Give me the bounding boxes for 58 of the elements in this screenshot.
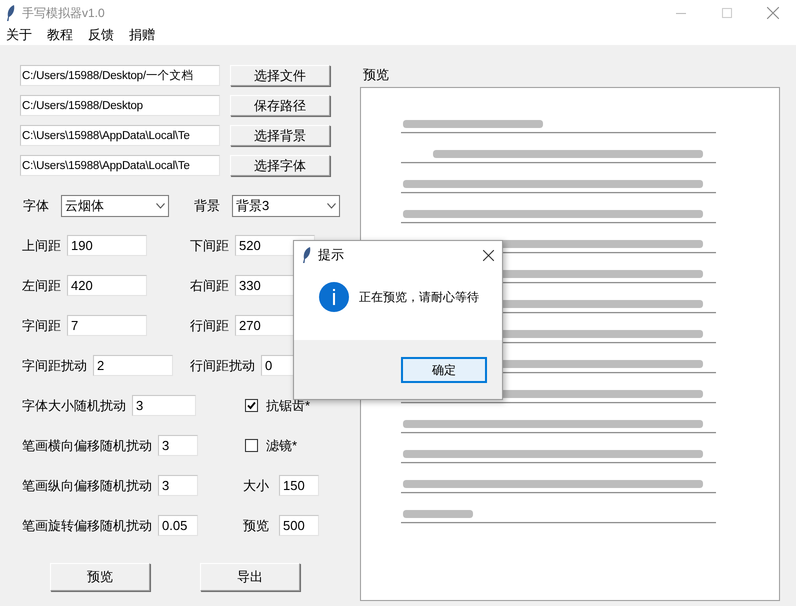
ok-button[interactable]: 确定 (401, 356, 487, 382)
text-field[interactable]: 500 (279, 515, 319, 536)
field-label: 笔画旋转偏移随机扰动 (22, 516, 152, 535)
field-label: 行间距 (190, 316, 229, 335)
menu-item[interactable]: 捐赠 (129, 25, 155, 45)
field-label: 字体大小随机扰动 (22, 396, 126, 415)
text-field[interactable]: 420 (67, 275, 147, 296)
menu-item[interactable]: 教程 (47, 25, 73, 45)
menu-item[interactable]: 反馈 (88, 25, 114, 45)
button[interactable]: 导出 (200, 563, 300, 591)
button[interactable]: 预览 (50, 563, 150, 591)
field-label: 预览 (243, 516, 269, 535)
field-label: 大小 (243, 476, 269, 495)
dialog-message: 正在预览，请耐心等待 (359, 288, 479, 306)
preview-label: 预览 (363, 66, 390, 84)
field-label: 抗锯齿* (266, 396, 310, 415)
path-field[interactable]: C:/Users/15988/Desktop (20, 95, 220, 116)
close-icon[interactable] (483, 250, 494, 260)
text-field[interactable]: 3 (132, 395, 196, 416)
button[interactable]: 保存路径 (230, 95, 330, 116)
feather-icon (302, 247, 312, 263)
field-label: 上间距 (22, 236, 61, 255)
field-label: 下间距 (190, 236, 229, 255)
button[interactable]: 选择背景 (230, 125, 330, 146)
text-field[interactable]: 2 (93, 355, 173, 376)
text-field[interactable]: 190 (67, 235, 147, 256)
field-label: 字间距 (22, 316, 61, 335)
field-label: 笔画横向偏移随机扰动 (22, 436, 152, 455)
dialog-title: 提示 (318, 246, 344, 264)
window-title: 手写模拟器v1.0 (22, 4, 105, 22)
text-field[interactable]: 3 (158, 475, 198, 496)
path-field[interactable]: C:\Users\15988\AppData\Local\Te (20, 125, 220, 146)
chevron-down-icon (327, 203, 336, 209)
field-label: 字体 (23, 197, 49, 216)
field-label: 滤镜* (266, 436, 298, 455)
dropdown[interactable]: 背景3 (232, 195, 340, 217)
field-label: 背景 (194, 197, 220, 216)
checkbox[interactable] (245, 439, 258, 452)
button[interactable]: 选择字体 (230, 155, 330, 176)
check-icon (247, 401, 256, 410)
text-field[interactable]: 150 (279, 475, 319, 496)
field-label: 左间距 (22, 276, 61, 295)
info-icon (319, 282, 349, 312)
field-label: 右间距 (190, 276, 229, 295)
path-field[interactable]: C:/Users/15988/Desktop/一个文档 (20, 65, 220, 86)
text-field[interactable]: 7 (67, 315, 147, 336)
path-field[interactable]: C:\Users\15988\AppData\Local\Te (20, 155, 220, 176)
chevron-down-icon (156, 203, 165, 209)
feather-icon (6, 4, 16, 20)
menu-item[interactable]: 关于 (6, 25, 32, 45)
checkbox[interactable] (245, 399, 258, 412)
button[interactable]: 选择文件 (230, 65, 330, 86)
field-label: 字间距扰动 (22, 356, 87, 375)
text-field[interactable]: 3 (158, 435, 198, 456)
dropdown[interactable]: 云烟体 (61, 195, 169, 217)
text-field[interactable]: 0.05 (158, 515, 198, 536)
field-label: 行间距扰动 (190, 356, 255, 375)
field-label: 笔画纵向偏移随机扰动 (22, 476, 152, 495)
